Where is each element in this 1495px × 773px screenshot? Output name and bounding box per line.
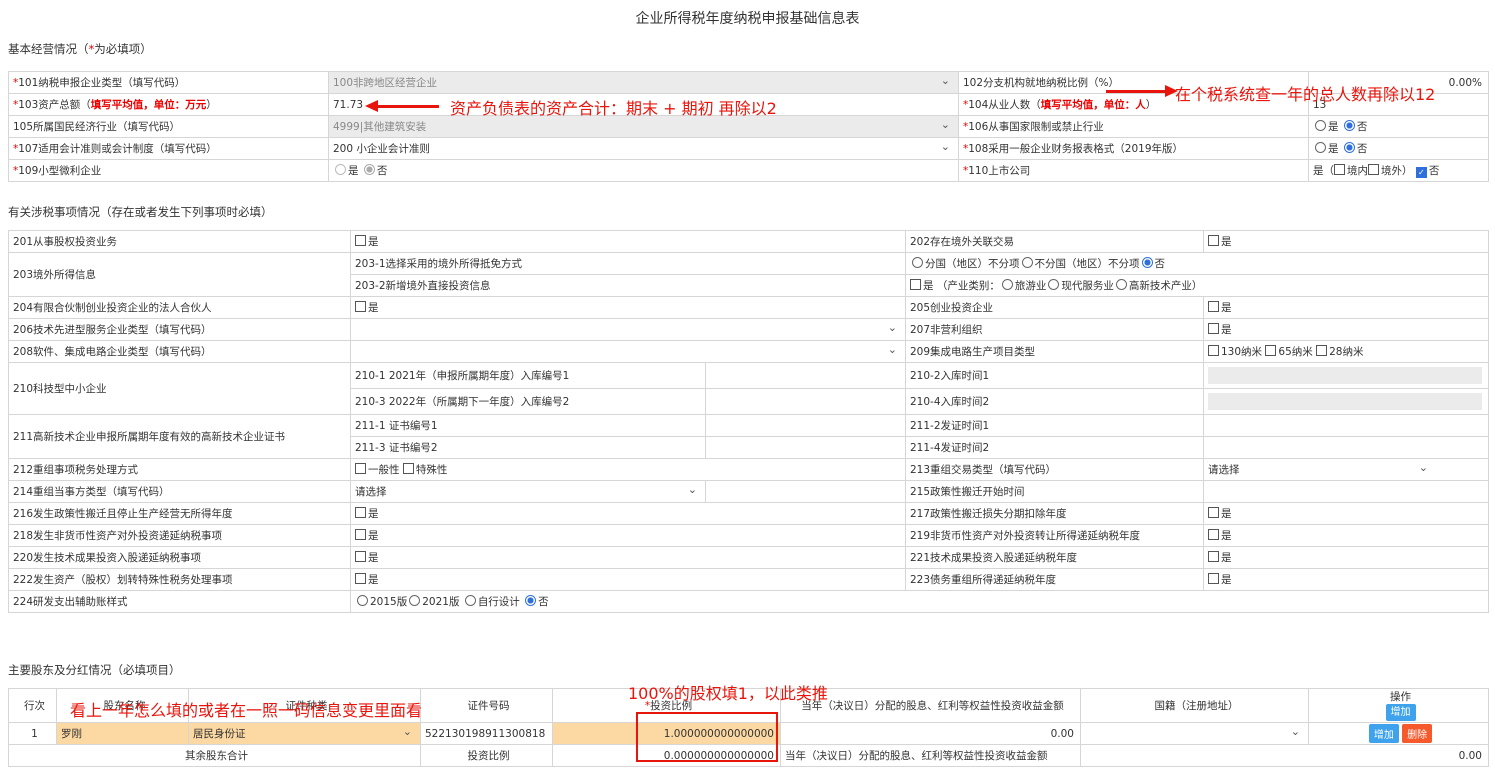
annotation-arrow — [1106, 85, 1178, 97]
checkbox-205[interactable]: 是 — [1203, 296, 1489, 319]
input-210-2[interactable] — [1203, 362, 1489, 389]
input-210-4[interactable] — [1203, 388, 1489, 415]
select-213[interactable]: 请选择 ⌄ — [1203, 458, 1489, 481]
checkbox-checked-icon: ✓ — [1415, 167, 1427, 178]
label-105: 105所属国民经济行业（填写代码） — [8, 115, 329, 138]
radio-selected-icon — [1343, 142, 1355, 153]
add-button[interactable]: 增加 — [1368, 724, 1399, 743]
section-basic-title: 基本经营情况（*为必填项） — [8, 42, 152, 56]
radio-109: 是 否 — [328, 159, 959, 182]
radio-224[interactable]: 2015版 2021版 自行设计 否 — [350, 590, 1489, 613]
chevron-down-icon: ⌄ — [887, 343, 897, 356]
checkbox-201[interactable]: 是 — [350, 230, 906, 253]
chevron-down-icon: ⌄ — [940, 118, 950, 131]
checkbox-212[interactable]: 一般性 特殊性 — [350, 458, 906, 481]
radio-106[interactable]: 是 否 — [1308, 115, 1489, 138]
input-215[interactable] — [1203, 480, 1489, 503]
checkbox-221[interactable]: 是 — [1203, 546, 1489, 569]
radio-icon — [1315, 142, 1326, 153]
select-id-type[interactable]: 居民身份证 ⌄ — [188, 722, 421, 745]
select-101[interactable]: 100非跨地区经营企业 ⌄ — [328, 71, 959, 94]
chevron-down-icon: ⌄ — [402, 725, 412, 738]
input-211-2[interactable] — [1203, 414, 1489, 437]
tax-info-table: 201从事股权投资业务 是 202存在境外关联交易 是 203境外所得信息 20… — [8, 230, 1489, 613]
checkbox-207[interactable]: 是 — [1203, 318, 1489, 341]
annotation-asset: 资产负债表的资产合计：期末 + 期初 再除以2 — [450, 99, 777, 118]
section-shareholder-title: 主要股东及分红情况（必填项目） — [8, 663, 181, 677]
radio-icon — [335, 164, 346, 175]
chevron-down-icon: ⌄ — [687, 483, 697, 496]
radio-icon — [1315, 120, 1326, 131]
input-dividend[interactable]: 0.00 — [780, 722, 1081, 745]
chevron-down-icon: ⌄ — [887, 321, 897, 334]
checkbox-203-2[interactable]: 是 （产业类别： 旅游业 现代服务业 高新技术产业） — [905, 274, 1489, 297]
input-shareholder-name[interactable]: 罗刚 — [56, 722, 189, 745]
select-214[interactable]: 请选择 ⌄ — [350, 480, 706, 503]
checkbox-223[interactable]: 是 — [1203, 568, 1489, 591]
checkbox-216[interactable]: 是 — [350, 502, 906, 525]
checkbox-209[interactable]: 130纳米 65纳米 28纳米 — [1203, 340, 1489, 363]
page-title: 企业所得税年度纳税申报基础信息表 — [635, 11, 860, 27]
add-row-button[interactable]: 增加 — [1385, 703, 1416, 721]
annotation-box — [636, 712, 778, 762]
input-210-3[interactable] — [705, 388, 906, 415]
input-211-4[interactable] — [1203, 436, 1489, 459]
checkbox-icon — [1334, 164, 1345, 175]
section-tax-title: 有关涉税事项情况（存在或者发生下列事项时必填） — [8, 205, 273, 219]
select-nation[interactable]: ⌄ — [1080, 722, 1309, 745]
annotation-shareholder: 看上一年怎么填的或者在一照一码信息变更里面看 — [70, 701, 423, 720]
chevron-down-icon: ⌄ — [1290, 725, 1300, 738]
radio-selected-icon — [363, 164, 375, 175]
select-208[interactable]: ⌄ — [350, 340, 906, 363]
radio-selected-icon — [1343, 120, 1355, 131]
delete-button[interactable]: 删除 — [1402, 724, 1433, 743]
select-107[interactable]: 200 小企业会计准则 ⌄ — [328, 137, 959, 160]
label-101: 101纳税申报企业类型（填写代码） — [18, 77, 186, 89]
input-211-3[interactable] — [705, 436, 906, 459]
checkbox-110[interactable]: 是（ 境内 境外） ✓ 否 — [1308, 159, 1489, 182]
row-109: *109小型微利企业 是 否 *110上市公司 是（ 境内 境外） ✓ 否 — [8, 159, 1489, 182]
row-107: *107适用会计准则或会计制度（填写代码） 200 小企业会计准则 ⌄ *108采… — [8, 137, 1489, 160]
select-206[interactable]: ⌄ — [350, 318, 906, 341]
input-211-1[interactable] — [705, 414, 906, 437]
annotation-ratio: 100%的股权填1，以此类推 — [628, 684, 828, 703]
input-id-number[interactable]: 522130198911300818 — [420, 722, 553, 745]
annotation-arrow — [365, 100, 439, 112]
checkbox-219[interactable]: 是 — [1203, 524, 1489, 547]
checkbox-icon — [1368, 164, 1379, 175]
chevron-down-icon: ⌄ — [940, 74, 950, 87]
radio-108[interactable]: 是 否 — [1308, 137, 1489, 160]
other-dividend: 0.00 — [1080, 744, 1489, 767]
annotation-employee: 在个税系统查一年的总人数再除以12 — [1175, 85, 1436, 104]
radio-203-1[interactable]: 分国（地区）不分项 不分国（地区）不分项否 — [905, 252, 1489, 275]
checkbox-220[interactable]: 是 — [350, 546, 906, 569]
checkbox-204[interactable]: 是 — [350, 296, 906, 319]
checkbox-222[interactable]: 是 — [350, 568, 906, 591]
checkbox-218[interactable]: 是 — [350, 524, 906, 547]
checkbox-202[interactable]: 是 — [1203, 230, 1489, 253]
input-210-1[interactable] — [705, 362, 906, 389]
chevron-down-icon: ⌄ — [940, 140, 950, 153]
chevron-down-icon: ⌄ — [1418, 461, 1428, 474]
checkbox-217[interactable]: 是 — [1203, 502, 1489, 525]
